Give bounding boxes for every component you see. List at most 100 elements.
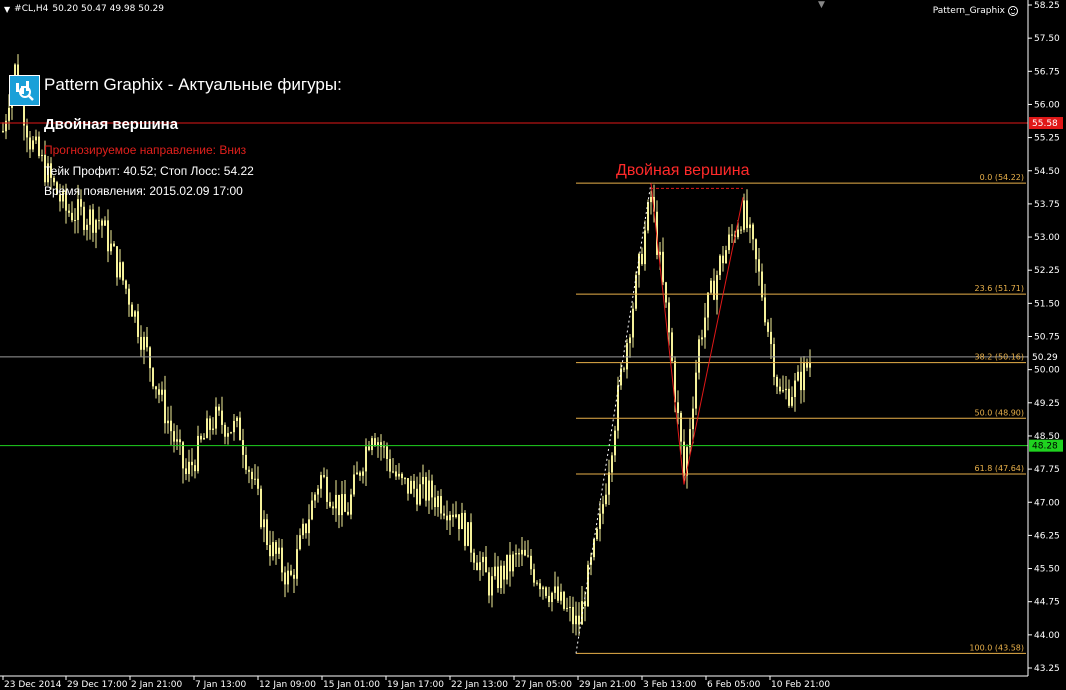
- candle-body: [404, 478, 406, 480]
- candle-body: [479, 562, 481, 571]
- candle-body: [650, 196, 652, 203]
- candle-body: [197, 435, 199, 472]
- candle-body: [758, 259, 760, 272]
- candle-body: [371, 438, 373, 451]
- candle-body: [749, 224, 751, 228]
- price-tick-label: 55.25: [1034, 134, 1060, 144]
- candle-body: [554, 586, 556, 593]
- candle-body: [359, 472, 361, 476]
- candle-body: [569, 606, 571, 608]
- candle-body: [251, 471, 253, 480]
- time-tick-label: 29 Jan 21:00: [579, 680, 636, 690]
- candle-body: [428, 480, 430, 501]
- candle-body: [692, 408, 694, 430]
- candle-body: [524, 549, 526, 556]
- candle-body: [161, 389, 163, 395]
- overlay-pattern-name: Двойная вершина: [44, 116, 179, 133]
- candle-body: [776, 376, 778, 387]
- candle-body: [512, 554, 514, 572]
- time-tick-label: 19 Jan 17:00: [387, 680, 444, 690]
- candle-body: [221, 410, 223, 425]
- indicator-label[interactable]: Pattern_Graphix: [933, 6, 1018, 16]
- candle-body: [722, 255, 724, 264]
- price-tick-label: 50.00: [1034, 366, 1060, 376]
- candle-body: [665, 282, 667, 303]
- fibo-label: 0.0 (54.22): [980, 173, 1024, 182]
- chart-window[interactable]: 0.0 (54.22) 23.6 (51.71) 38.2 (50.16) 50.0 …: [0, 0, 1066, 690]
- candle-body: [278, 547, 280, 554]
- candle-body: [155, 386, 157, 390]
- candle-body: [401, 473, 403, 479]
- candle-body: [545, 587, 547, 596]
- price-tick-label: 46.25: [1034, 531, 1060, 541]
- candle-body: [146, 336, 148, 348]
- candle-body: [587, 564, 589, 607]
- candle-body: [242, 440, 244, 455]
- candle-body: [416, 488, 418, 505]
- candle-body: [317, 488, 319, 495]
- candle-body: [608, 472, 610, 495]
- price-chart[interactable]: 0.0 (54.22) 23.6 (51.71) 38.2 (50.16) 50.0 …: [0, 0, 1066, 690]
- candle-body: [290, 570, 292, 575]
- candle-body: [476, 562, 478, 571]
- candle-body: [533, 569, 535, 583]
- candle-body: [257, 478, 259, 489]
- candle-body: [272, 542, 274, 557]
- candle-body: [800, 371, 802, 391]
- candle-body: [203, 437, 205, 440]
- candle-body: [521, 549, 523, 555]
- candle-body: [98, 220, 100, 222]
- candle-body: [41, 154, 43, 157]
- candle-body: [158, 389, 160, 395]
- dropdown-arrow-icon[interactable]: ▼: [4, 5, 10, 14]
- price-tick-label: 47.75: [1034, 465, 1060, 475]
- close-chart-icon[interactable]: ▼: [818, 0, 825, 10]
- candle-body: [542, 587, 544, 590]
- candle-body: [701, 337, 703, 340]
- candle-body: [92, 209, 94, 233]
- candle-body: [266, 519, 268, 546]
- time-tick-label: 12 Jan 09:00: [259, 680, 316, 690]
- price-tick-label: 49.25: [1034, 399, 1060, 409]
- candle-body: [710, 280, 712, 293]
- candle-body: [482, 556, 484, 563]
- candle-body: [548, 595, 550, 603]
- smiley-icon: [1008, 6, 1018, 16]
- candle-body: [494, 566, 496, 577]
- current-price-tag: 50.29: [1032, 353, 1058, 363]
- candle-body: [326, 476, 328, 502]
- time-tick-label: 15 Jan 01:00: [323, 680, 380, 690]
- price-tick-label: 57.50: [1034, 34, 1060, 44]
- candle-body: [626, 343, 628, 370]
- candle-body: [392, 471, 394, 473]
- candle-body: [191, 461, 193, 466]
- candle-body: [152, 368, 154, 387]
- candle-body: [113, 243, 115, 247]
- candle-body: [167, 420, 169, 424]
- candle-body: [662, 251, 664, 283]
- candle-body: [602, 504, 604, 514]
- fibo-label: 50.0 (48.90): [975, 408, 1025, 417]
- fibo-label: 100.0 (43.58): [969, 643, 1024, 652]
- candle-body: [440, 496, 442, 514]
- candle-body: [410, 480, 412, 494]
- candle-body: [578, 615, 580, 625]
- candle-body: [386, 446, 388, 459]
- candle-body: [737, 229, 739, 238]
- candle-body: [131, 304, 133, 317]
- ohlc-readout: 50.20 50.47 49.98 50.29: [52, 4, 165, 14]
- candle-body: [215, 406, 217, 429]
- candle-body: [773, 344, 775, 377]
- candle-body: [341, 494, 343, 516]
- candle-body: [89, 209, 91, 225]
- overlay-appearance-time: Время появления: 2015.02.09 17:00: [44, 184, 243, 198]
- candle-body: [308, 519, 310, 534]
- candle-body: [293, 574, 295, 579]
- candle-body: [311, 500, 313, 520]
- candle-body: [134, 311, 136, 317]
- candle-body: [719, 255, 721, 276]
- candle-body: [230, 432, 232, 434]
- candle-body: [452, 514, 454, 518]
- candle-body: [116, 246, 118, 278]
- candles: [2, 54, 811, 636]
